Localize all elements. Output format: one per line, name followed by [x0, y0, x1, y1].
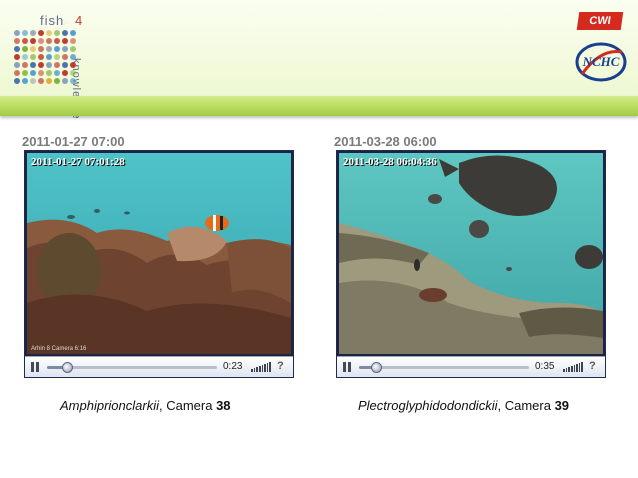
logo-dot: [70, 46, 76, 52]
video-player[interactable]: 2011-01-27 07:01:28 Arhin 8 Camera 6:16 …: [24, 150, 294, 378]
camera-number: 39: [554, 398, 570, 413]
video-frame[interactable]: 2011-03-28 06:04:36: [339, 153, 603, 354]
player-controls: 0:35 ?: [337, 356, 605, 377]
logo-dot: [46, 30, 52, 36]
logo-dot: [54, 62, 60, 68]
pause-icon[interactable]: [30, 362, 40, 372]
seek-knob-icon[interactable]: [371, 362, 382, 373]
logo-dot: [46, 46, 52, 52]
cwi-logo: CWI: [576, 12, 624, 30]
logo-dot: [46, 38, 52, 44]
seek-knob-icon[interactable]: [62, 362, 74, 373]
nchc-logo: NCHC: [574, 40, 628, 84]
pause-icon[interactable]: [342, 362, 352, 372]
volume-icon[interactable]: [563, 362, 583, 372]
logo-dot: [30, 30, 36, 36]
header-band: [0, 96, 638, 116]
seek-bar[interactable]: [47, 362, 217, 373]
logo-dot: [62, 62, 68, 68]
logo-dot: [70, 38, 76, 44]
species-name: Plectroglyphidodondickii: [358, 398, 498, 413]
logo-dot: [62, 38, 68, 44]
logo-dot: [46, 54, 52, 60]
caption-separator: , Camera: [158, 398, 217, 413]
time-display: 0:35: [535, 361, 555, 372]
camera-number: 38: [216, 398, 231, 413]
logo-dot: [38, 78, 44, 84]
logo-dot: [46, 62, 52, 68]
logo-dot: [14, 38, 20, 44]
logo-dot: [70, 30, 76, 36]
logo-dot: [22, 30, 28, 36]
logo-dot: [30, 38, 36, 44]
logo-dot: [70, 78, 76, 84]
logo-dot: [38, 62, 44, 68]
logo-dot: [22, 70, 28, 76]
seek-bar[interactable]: [359, 362, 529, 373]
logo-dot: [38, 70, 44, 76]
logo-dot: [46, 70, 52, 76]
logo-dot: [38, 30, 44, 36]
caption-1: Amphiprionclarkii, Camera 38: [60, 398, 231, 413]
logo-dot: [22, 78, 28, 84]
logo-dot: [38, 46, 44, 52]
video-frame[interactable]: 2011-01-27 07:01:28 Arhin 8 Camera 6:16: [27, 153, 291, 354]
logo-dot: [22, 38, 28, 44]
help-icon[interactable]: ?: [277, 360, 284, 372]
logo-dot: [54, 54, 60, 60]
logo-dot: [22, 54, 28, 60]
logo-dot: [46, 78, 52, 84]
logo-dot: [30, 62, 36, 68]
logo-dot: [30, 54, 36, 60]
date-heading: 2011-03-28 06:00: [334, 134, 437, 149]
logo-dot: [54, 46, 60, 52]
video-panel-1: 2011-01-27 07:00 2011-01-27 07:01:28 Arh…: [22, 134, 312, 378]
logo-dot: [22, 46, 28, 52]
logo-dot: [62, 78, 68, 84]
logo-dot: [54, 30, 60, 36]
video-player[interactable]: 2011-03-28 06:04:36 0:35 ?: [336, 150, 606, 378]
logo-dot: [14, 78, 20, 84]
logo-dot: [14, 70, 20, 76]
fish4knowledge-logo: fish 4 knowledge: [14, 8, 114, 120]
logo-dot: [38, 54, 44, 60]
logo-dot: [54, 70, 60, 76]
logo-dot: [30, 46, 36, 52]
player-controls: 0:23 ?: [25, 356, 293, 377]
time-display: 0:23: [223, 361, 243, 372]
volume-icon[interactable]: [251, 362, 271, 372]
logo-dot: [54, 38, 60, 44]
logo-dot: [14, 62, 20, 68]
video-timestamp: 2011-01-27 07:01:28: [31, 156, 125, 168]
logo-word-4: 4: [75, 13, 84, 28]
logo-dot: [70, 70, 76, 76]
header: fish 4 knowledge CWI NCHC: [0, 0, 638, 120]
logo-dot: [62, 70, 68, 76]
logo-dot: [70, 54, 76, 60]
logo-dot: [54, 78, 60, 84]
caption-separator: , Camera: [497, 398, 555, 413]
date-heading: 2011-01-27 07:00: [22, 134, 125, 149]
logo-dot-grid: [14, 30, 82, 86]
logo-dot: [14, 54, 20, 60]
logo-dot: [62, 30, 68, 36]
video-timestamp: 2011-03-28 06:04:36: [343, 156, 437, 168]
logo-dot: [38, 38, 44, 44]
nchc-logo-text: NCHC: [582, 54, 620, 69]
caption-2: Plectroglyphidodondickii, Camera 39: [358, 398, 569, 413]
logo-dot: [14, 46, 20, 52]
video-panel-2: 2011-03-28 06:00 2011-03-28 06:04:36 0:3…: [334, 134, 624, 378]
logo-dot: [62, 54, 68, 60]
camera-tag: Arhin 8 Camera 6:16: [31, 346, 87, 352]
logo-dot: [70, 62, 76, 68]
logo-dot: [30, 70, 36, 76]
logo-dot: [14, 30, 20, 36]
logo-dot: [62, 46, 68, 52]
logo-dot: [22, 62, 28, 68]
logo-word-fish: fish: [40, 13, 65, 28]
help-icon[interactable]: ?: [589, 360, 596, 372]
logo-dot: [30, 78, 36, 84]
species-name: Amphiprionclarkii: [60, 398, 159, 413]
